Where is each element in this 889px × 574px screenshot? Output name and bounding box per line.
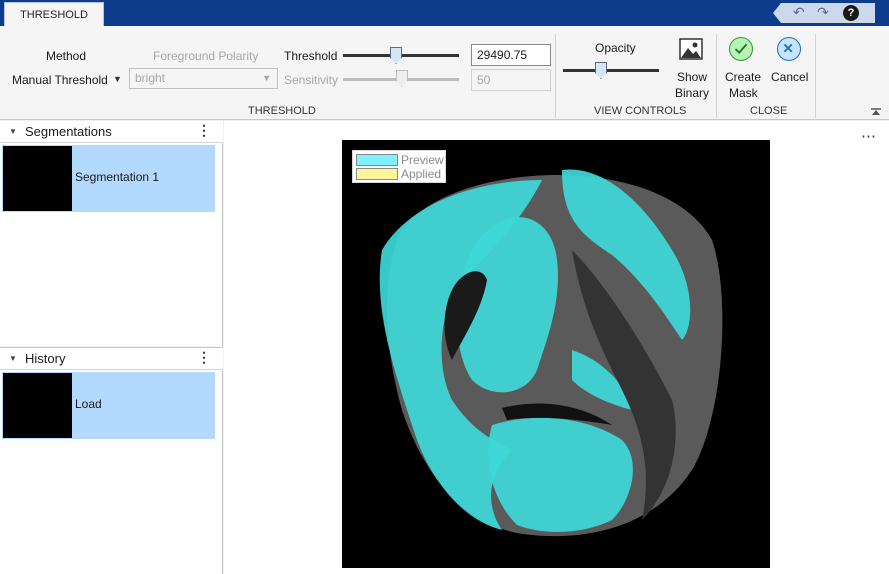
collapse-toolstrip-icon[interactable] <box>871 108 881 116</box>
list-item[interactable]: Load <box>2 372 215 439</box>
redo-icon[interactable]: ↷ <box>817 4 829 21</box>
undo-icon[interactable]: ↶ <box>793 4 805 21</box>
segmentation-label: Segmentation 1 <box>75 170 160 184</box>
history-pane: ▼ History ⋮ Load <box>0 347 223 574</box>
mri-scan-graphic <box>379 169 723 537</box>
threshold-section-title: THRESHOLD <box>248 105 316 117</box>
tab-threshold[interactable]: THRESHOLD <box>4 2 104 27</box>
view-controls-section-title: VIEW CONTROLS <box>594 105 687 117</box>
sensitivity-value-field[interactable]: 50 <box>471 69 551 91</box>
image-icon[interactable] <box>679 38 703 60</box>
threshold-label: Threshold <box>284 49 338 63</box>
mri-image[interactable]: Preview Applied <box>342 140 770 568</box>
threshold-value-field[interactable]: 29490.75 <box>471 44 551 66</box>
show-binary-button-line2[interactable]: Binary <box>675 86 709 100</box>
toolstrip: Method Manual Threshold ▼ Foreground Pol… <box>0 26 889 120</box>
more-options-icon[interactable]: ⋮ <box>197 349 211 366</box>
history-label: Load <box>75 397 102 411</box>
list-item[interactable]: Segmentation 1 <box>2 145 215 212</box>
opacity-slider-thumb[interactable] <box>595 62 607 79</box>
quick-access-toolbar: ↶ ↷ ? <box>773 3 875 23</box>
foreground-polarity-value: bright <box>135 71 166 85</box>
cancel-button[interactable]: Cancel <box>771 70 808 84</box>
segmentations-pane: ▼ Segmentations ⋮ Segmentation 1 <box>0 121 223 346</box>
title-bar: THRESHOLD ↶ ↷ ? <box>0 0 889 27</box>
foreground-polarity-label: Foreground Polarity <box>153 49 259 63</box>
section-divider <box>555 34 556 118</box>
legend: Preview Applied <box>352 150 446 183</box>
history-title: History <box>25 351 66 366</box>
legend-swatch-applied <box>356 168 398 180</box>
legend-label-preview: Preview <box>401 153 444 167</box>
sensitivity-label: Sensitivity <box>284 73 339 87</box>
thumbnail <box>3 373 72 438</box>
section-divider <box>716 34 717 118</box>
show-binary-button-line1[interactable]: Show <box>677 70 707 84</box>
legend-label-applied: Applied <box>401 167 442 181</box>
opacity-slider-track[interactable] <box>563 69 659 72</box>
foreground-polarity-dropdown[interactable]: bright ▼ <box>129 68 278 89</box>
chevron-down-icon: ▼ <box>262 73 271 83</box>
opacity-label: Opacity <box>595 41 636 55</box>
checkmark-icon[interactable] <box>729 37 753 61</box>
history-header[interactable]: ▼ History ⋮ <box>0 348 223 370</box>
create-mask-button-line2[interactable]: Mask <box>729 86 758 100</box>
collapse-triangle-icon[interactable]: ▼ <box>9 354 17 363</box>
method-label: Method <box>46 49 87 63</box>
thumbnail <box>3 146 72 211</box>
create-mask-button-line1[interactable]: Create <box>725 70 761 84</box>
segmentations-title: Segmentations <box>25 124 112 139</box>
legend-swatch-preview <box>356 154 398 166</box>
section-divider <box>815 34 816 118</box>
chevron-down-icon[interactable]: ▼ <box>113 74 122 84</box>
sensitivity-slider-thumb[interactable] <box>396 70 408 87</box>
help-icon[interactable]: ? <box>843 5 859 21</box>
image-viewer: ⋯ Preview Applied <box>224 121 889 574</box>
collapse-triangle-icon[interactable]: ▼ <box>9 127 17 136</box>
segmentations-header[interactable]: ▼ Segmentations ⋮ <box>0 121 223 143</box>
close-section-title: CLOSE <box>750 105 788 117</box>
more-options-icon[interactable]: ⋯ <box>861 127 877 145</box>
close-icon[interactable] <box>777 37 801 61</box>
more-options-icon[interactable]: ⋮ <box>197 122 211 139</box>
threshold-slider-thumb[interactable] <box>390 47 402 64</box>
method-dropdown[interactable]: Manual Threshold <box>12 73 108 87</box>
